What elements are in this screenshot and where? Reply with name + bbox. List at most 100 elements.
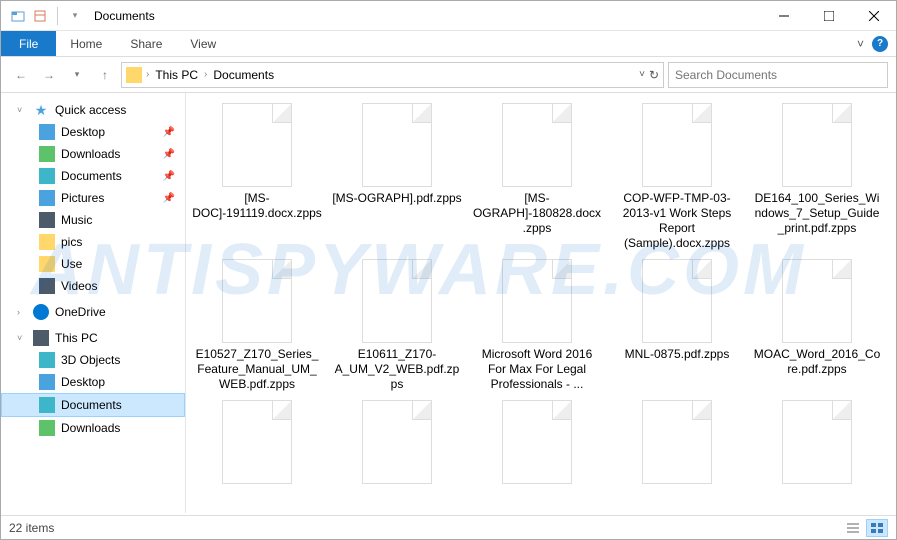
- pin-icon: 📌: [163, 193, 175, 204]
- sidebar-quick-access[interactable]: ˅ ★ Quick access: [1, 99, 185, 121]
- folder-icon: [39, 234, 55, 250]
- recent-locations-icon[interactable]: ▾: [65, 63, 89, 87]
- sidebar-item-videos[interactable]: Videos: [1, 275, 185, 297]
- file-name: Microsoft Word 2016 For Max For Legal Pr…: [472, 347, 602, 392]
- file-icon: [362, 103, 432, 187]
- refresh-icon[interactable]: ↻: [649, 68, 659, 82]
- expand-icon[interactable]: ˅: [17, 105, 27, 115]
- file-name: COP-WFP-TMP-03-2013-v1 Work Steps Report…: [612, 191, 742, 251]
- ribbon: File Home Share View ˅ ?: [1, 31, 896, 57]
- file-icon: [502, 259, 572, 343]
- file-icon: [222, 259, 292, 343]
- file-list[interactable]: [MS-DOC]-191119.docx.zpps [MS-OGRAPH].pdf…: [186, 93, 896, 513]
- file-item[interactable]: [MS-OGRAPH]-180828.docx.zpps: [472, 103, 602, 251]
- sidebar-item-desktop[interactable]: Desktop📌: [1, 121, 185, 143]
- file-item[interactable]: MOAC_Word_2016_Core.pdf.zpps: [752, 259, 882, 392]
- file-item[interactable]: [MS-OGRAPH].pdf.zpps: [332, 103, 462, 251]
- chevron-right-icon[interactable]: ›: [146, 69, 149, 80]
- item-count: 22 items: [9, 521, 54, 535]
- file-item[interactable]: [192, 400, 322, 488]
- desktop-icon: [39, 124, 55, 140]
- downloads-icon: [39, 146, 55, 162]
- sidebar-item-desktop-pc[interactable]: Desktop: [1, 371, 185, 393]
- file-icon: [642, 103, 712, 187]
- file-icon: [502, 103, 572, 187]
- this-pc-icon: [33, 330, 49, 346]
- breadcrumb-this-pc[interactable]: This PC: [153, 68, 200, 82]
- sidebar-item-music[interactable]: Music: [1, 209, 185, 231]
- folder-icon: [39, 256, 55, 272]
- file-tab[interactable]: File: [1, 31, 56, 56]
- properties-qat-icon[interactable]: [31, 7, 49, 25]
- file-item[interactable]: COP-WFP-TMP-03-2013-v1 Work Steps Report…: [612, 103, 742, 251]
- sidebar-label: Quick access: [55, 103, 126, 117]
- file-item[interactable]: [332, 400, 462, 488]
- tab-view[interactable]: View: [176, 31, 230, 56]
- desktop-icon: [39, 374, 55, 390]
- breadcrumb[interactable]: › This PC › Documents ˅ ↻: [121, 62, 664, 88]
- file-icon: [222, 103, 292, 187]
- file-name: DE164_100_Series_Windows_7_Setup_Guide_p…: [752, 191, 882, 236]
- file-item[interactable]: Microsoft Word 2016 For Max For Legal Pr…: [472, 259, 602, 392]
- file-item[interactable]: [752, 400, 882, 488]
- file-icon: [782, 259, 852, 343]
- sidebar-this-pc[interactable]: ˅ This PC: [1, 327, 185, 349]
- chevron-right-icon[interactable]: ›: [204, 69, 207, 80]
- sidebar-item-3d-objects[interactable]: 3D Objects: [1, 349, 185, 371]
- sidebar-item-downloads-pc[interactable]: Downloads: [1, 417, 185, 439]
- file-name: [MS-OGRAPH]-180828.docx.zpps: [472, 191, 602, 236]
- file-item[interactable]: [612, 400, 742, 488]
- file-item[interactable]: E10611_Z170-A_UM_V2_WEB.pdf.zpps: [332, 259, 462, 392]
- close-button[interactable]: [851, 1, 896, 31]
- downloads-icon: [39, 420, 55, 436]
- minimize-button[interactable]: [761, 1, 806, 31]
- file-name: E10611_Z170-A_UM_V2_WEB.pdf.zpps: [332, 347, 462, 392]
- window-title: Documents: [94, 9, 155, 23]
- file-icon: [222, 400, 292, 484]
- file-name: MOAC_Word_2016_Core.pdf.zpps: [752, 347, 882, 377]
- sidebar-item-pics[interactable]: pics: [1, 231, 185, 253]
- file-name: [MS-DOC]-191119.docx.zpps: [192, 191, 322, 221]
- file-item[interactable]: [472, 400, 602, 488]
- sidebar-item-pictures[interactable]: Pictures📌: [1, 187, 185, 209]
- sidebar-item-documents-pc[interactable]: Documents: [1, 393, 185, 417]
- file-name: MNL-0875.pdf.zpps: [625, 347, 730, 362]
- large-icons-view-button[interactable]: [866, 519, 888, 537]
- navigation-pane[interactable]: ˅ ★ Quick access Desktop📌 Downloads📌 Doc…: [1, 93, 186, 513]
- qat: ▾: [1, 7, 84, 25]
- ribbon-expand-icon[interactable]: ˅: [857, 37, 864, 51]
- search-box[interactable]: [668, 62, 888, 88]
- help-icon[interactable]: ?: [872, 36, 888, 52]
- maximize-button[interactable]: [806, 1, 851, 31]
- file-icon: [642, 259, 712, 343]
- expand-icon[interactable]: ›: [17, 307, 27, 317]
- breadcrumb-dropdown-icon[interactable]: ˅: [639, 69, 645, 80]
- file-item[interactable]: DE164_100_Series_Windows_7_Setup_Guide_p…: [752, 103, 882, 251]
- qat-separator: [57, 7, 58, 25]
- star-icon: ★: [33, 102, 49, 118]
- tab-share[interactable]: Share: [116, 31, 176, 56]
- tab-home[interactable]: Home: [56, 31, 116, 56]
- file-item[interactable]: MNL-0875.pdf.zpps: [612, 259, 742, 392]
- pin-icon: 📌: [163, 149, 175, 160]
- status-bar: 22 items: [1, 515, 896, 539]
- sidebar-item-downloads[interactable]: Downloads📌: [1, 143, 185, 165]
- file-item[interactable]: [MS-DOC]-191119.docx.zpps: [192, 103, 322, 251]
- file-icon: [642, 400, 712, 484]
- videos-icon: [39, 278, 55, 294]
- sidebar-onedrive[interactable]: › OneDrive: [1, 301, 185, 323]
- search-input[interactable]: [675, 68, 881, 82]
- title-bar: ▾ Documents: [1, 1, 896, 31]
- back-button[interactable]: ←: [9, 63, 33, 87]
- file-item[interactable]: E10527_Z170_Series_Feature_Manual_UM_WEB…: [192, 259, 322, 392]
- sidebar-item-use[interactable]: Use: [1, 253, 185, 275]
- forward-button[interactable]: →: [37, 63, 61, 87]
- breadcrumb-documents[interactable]: Documents: [211, 68, 276, 82]
- details-view-button[interactable]: [842, 519, 864, 537]
- qat-dropdown-icon[interactable]: ▾: [66, 7, 84, 25]
- 3d-objects-icon: [39, 352, 55, 368]
- folder-qat-icon[interactable]: [9, 7, 27, 25]
- expand-icon[interactable]: ˅: [17, 333, 27, 343]
- up-button[interactable]: ↑: [93, 63, 117, 87]
- sidebar-item-documents[interactable]: Documents📌: [1, 165, 185, 187]
